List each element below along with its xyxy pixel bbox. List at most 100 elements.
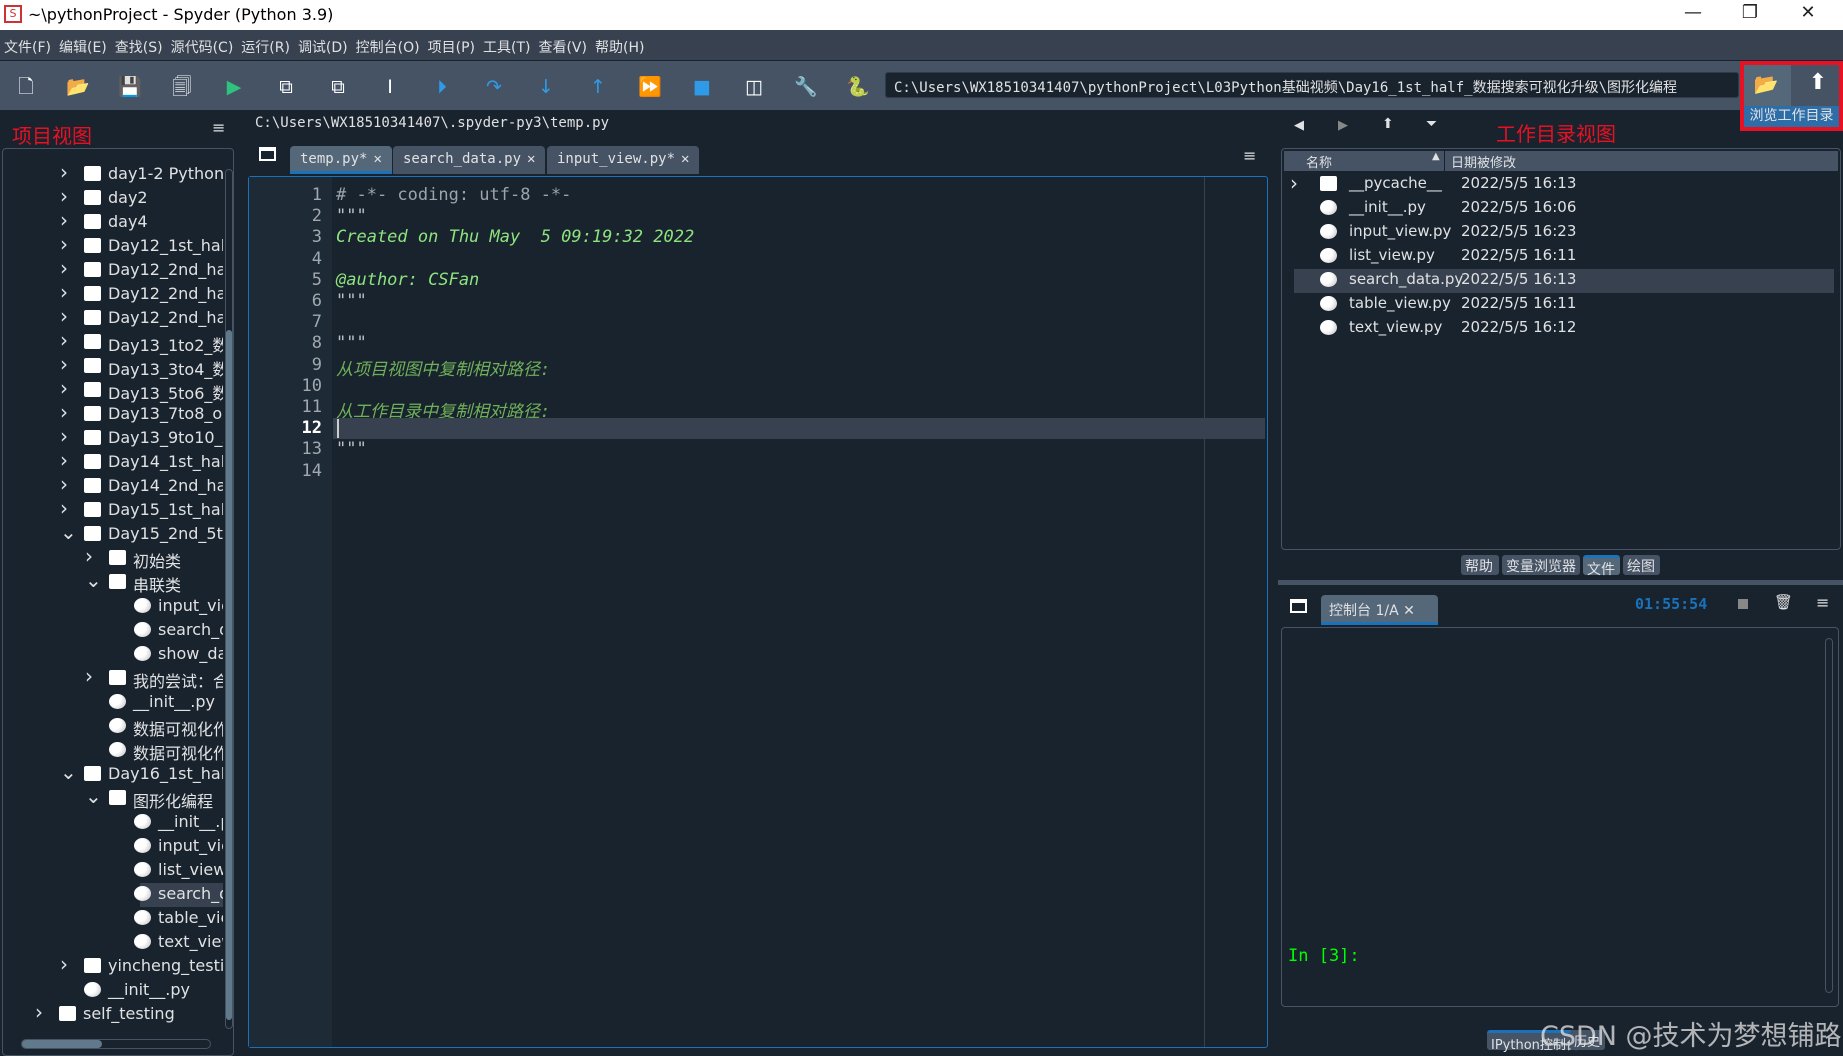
console-options-icon[interactable]: ≡ xyxy=(1816,593,1829,612)
chevron-right-icon[interactable]: › xyxy=(60,304,68,328)
stop-icon[interactable]: ■ xyxy=(690,75,714,99)
code-editor[interactable]: 1 2 3 4 5 6 7 8 9 10 11 12 13 14 # -*- coding: utf-8 … xyxy=(248,176,1268,1048)
chevron-down-icon[interactable]: ⌄ xyxy=(60,520,77,544)
tree-item[interactable]: › Day13_5to6_数据 xyxy=(3,376,223,403)
tree-horizontal-scrollbar[interactable] xyxy=(21,1039,211,1049)
pane-tab[interactable]: 绘图 xyxy=(1623,555,1660,575)
console-output[interactable]: In [3]: xyxy=(1281,627,1839,1007)
close-tab-icon[interactable]: ✕ xyxy=(681,151,689,167)
pane-menu-icon[interactable]: ≡ xyxy=(212,118,225,137)
chevron-right-icon[interactable]: › xyxy=(60,208,68,232)
tree-item[interactable]: 数据可视化作 xyxy=(3,715,223,739)
console-tab[interactable]: 控制台 1/A ✕ xyxy=(1321,595,1438,625)
tree-item[interactable]: › Day12_2nd_half xyxy=(3,256,223,283)
scrollbar-thumb[interactable] xyxy=(22,1040,102,1048)
tree-item[interactable]: ⌄ 串联类 xyxy=(3,568,223,595)
tree-item[interactable]: › day4 xyxy=(3,208,223,235)
chevron-right-icon[interactable]: › xyxy=(60,472,68,496)
tree-item[interactable]: › Day14_1st_half_ xyxy=(3,448,223,475)
run-icon[interactable]: ▶ xyxy=(222,75,246,99)
open-file-icon[interactable]: 📂 xyxy=(66,75,90,99)
maximize-pane-icon[interactable]: ◫ xyxy=(742,75,766,99)
tree-item[interactable]: ⌄ Day16_1st_half_ xyxy=(3,760,223,787)
tree-item[interactable]: › Day13_1to2_数据 xyxy=(3,328,223,355)
menu-item[interactable]: 调试(D) xyxy=(294,30,352,57)
tree-item[interactable]: 数据可视化作 xyxy=(3,739,223,763)
menu-item[interactable]: 文件(F) xyxy=(0,30,55,57)
save-icon[interactable]: 💾 xyxy=(118,75,142,99)
file-row[interactable]: › __pycache__ 2022/5/5 16:13 xyxy=(1290,171,1834,197)
chevron-right-icon[interactable]: › xyxy=(85,664,93,688)
tree-item[interactable]: ⌄ 图形化编程 xyxy=(3,784,223,811)
file-row[interactable]: list_view.py 2022/5/5 16:11 xyxy=(1294,245,1834,269)
menu-item[interactable]: 项目(P) xyxy=(424,30,479,57)
browse-tabs-icon[interactable] xyxy=(1290,599,1307,613)
tree-item[interactable]: search_d xyxy=(3,883,223,907)
tree-item[interactable]: › day2 xyxy=(3,184,223,211)
chevron-down-icon[interactable]: ⌄ xyxy=(85,568,102,592)
trash-icon[interactable]: 🗑 xyxy=(1774,593,1793,611)
menu-item[interactable]: 控制台(O) xyxy=(352,30,424,57)
preferences-wrench-icon[interactable]: 🔧 xyxy=(794,75,818,99)
tree-item[interactable]: › Day14_2nd_half xyxy=(3,472,223,499)
console-scrollbar[interactable] xyxy=(1825,638,1833,993)
chevron-right-icon[interactable]: › xyxy=(60,952,68,976)
menu-item[interactable]: 查看(V) xyxy=(534,30,591,57)
step-icon[interactable]: ↷ xyxy=(482,75,506,99)
chevron-down-icon[interactable]: ⌄ xyxy=(60,760,77,784)
chevron-right-icon[interactable]: › xyxy=(60,424,68,448)
python-path-icon[interactable]: 🐍 xyxy=(846,75,870,99)
chevron-right-icon[interactable]: › xyxy=(1290,171,1298,195)
run-cell-icon[interactable]: ⧉ xyxy=(274,75,298,99)
menu-item[interactable]: 查找(S) xyxy=(111,30,167,57)
maximize-button[interactable]: ❐ xyxy=(1730,2,1770,23)
close-tab-icon[interactable]: ✕ xyxy=(373,151,381,167)
tree-item[interactable]: search_d xyxy=(3,619,223,643)
close-tab-icon[interactable]: ✕ xyxy=(1403,603,1415,619)
chevron-down-icon[interactable]: ⌄ xyxy=(85,784,102,808)
tree-item[interactable]: › yincheng_testin xyxy=(3,952,223,979)
pane-tab[interactable]: 文件 xyxy=(1583,555,1620,578)
chevron-right-icon[interactable]: › xyxy=(60,352,68,376)
scrollbar-thumb[interactable] xyxy=(226,330,232,1020)
tree-item[interactable]: list_view xyxy=(3,859,223,883)
tree-vertical-scrollbar[interactable] xyxy=(225,169,233,1029)
chevron-right-icon[interactable]: › xyxy=(60,184,68,208)
browse-tabs-icon[interactable] xyxy=(259,147,276,161)
tree-item[interactable]: main.py xyxy=(3,1027,223,1029)
close-button[interactable]: ✕ xyxy=(1788,2,1828,23)
chevron-right-icon[interactable]: › xyxy=(60,256,68,280)
chevron-right-icon[interactable]: › xyxy=(60,376,68,400)
tree-item[interactable]: › 我的尝试：合 xyxy=(3,664,223,691)
editor-tab[interactable]: search_data.py ✕ xyxy=(393,146,546,174)
tree-item[interactable]: › self_testing xyxy=(3,1000,223,1027)
menu-item[interactable]: 编辑(E) xyxy=(55,30,111,57)
filter-icon[interactable]: ⏷ xyxy=(1426,116,1437,132)
column-name[interactable]: 名称 xyxy=(1306,152,1332,171)
tree-item[interactable]: › Day15_1st_half_ xyxy=(3,496,223,523)
file-row[interactable]: text_view.py 2022/5/5 16:12 xyxy=(1294,317,1834,341)
tree-item[interactable]: show_da xyxy=(3,643,223,667)
tree-item[interactable]: ⌄ Day15_2nd_5to xyxy=(3,520,223,547)
step-into-icon[interactable]: ↓ xyxy=(534,75,558,99)
tree-item[interactable]: __init__.py xyxy=(3,691,223,715)
debug-icon[interactable]: ⏵ xyxy=(430,75,454,99)
tree-item[interactable]: › Day12_1st_half_ xyxy=(3,232,223,259)
continue-icon[interactable]: ⏩ xyxy=(638,75,662,99)
menu-item[interactable]: 帮助(H) xyxy=(591,30,648,57)
tree-item[interactable]: › Day13_3to4_数据 xyxy=(3,352,223,379)
menu-item[interactable]: 工具(T) xyxy=(479,30,534,57)
tree-item[interactable]: › Day12_2nd_half xyxy=(3,304,223,331)
editor-options-icon[interactable]: ≡ xyxy=(1243,146,1256,165)
tree-item[interactable]: table_vie xyxy=(3,907,223,931)
stop-icon[interactable] xyxy=(1738,599,1748,609)
close-tab-icon[interactable]: ✕ xyxy=(527,151,535,167)
run-selection-icon[interactable]: I xyxy=(378,75,402,99)
tree-item[interactable]: › Day12_2nd_half xyxy=(3,280,223,307)
pane-tab[interactable]: 帮助 xyxy=(1461,555,1499,575)
working-directory-combo[interactable]: C:\Users\WX18510341407\pythonProject\L03… xyxy=(885,72,1739,98)
chevron-right-icon[interactable]: › xyxy=(60,280,68,304)
chevron-right-icon[interactable]: › xyxy=(60,160,68,184)
tree-item[interactable]: __init__.p xyxy=(3,811,223,835)
tree-item[interactable]: input_vie xyxy=(3,835,223,859)
